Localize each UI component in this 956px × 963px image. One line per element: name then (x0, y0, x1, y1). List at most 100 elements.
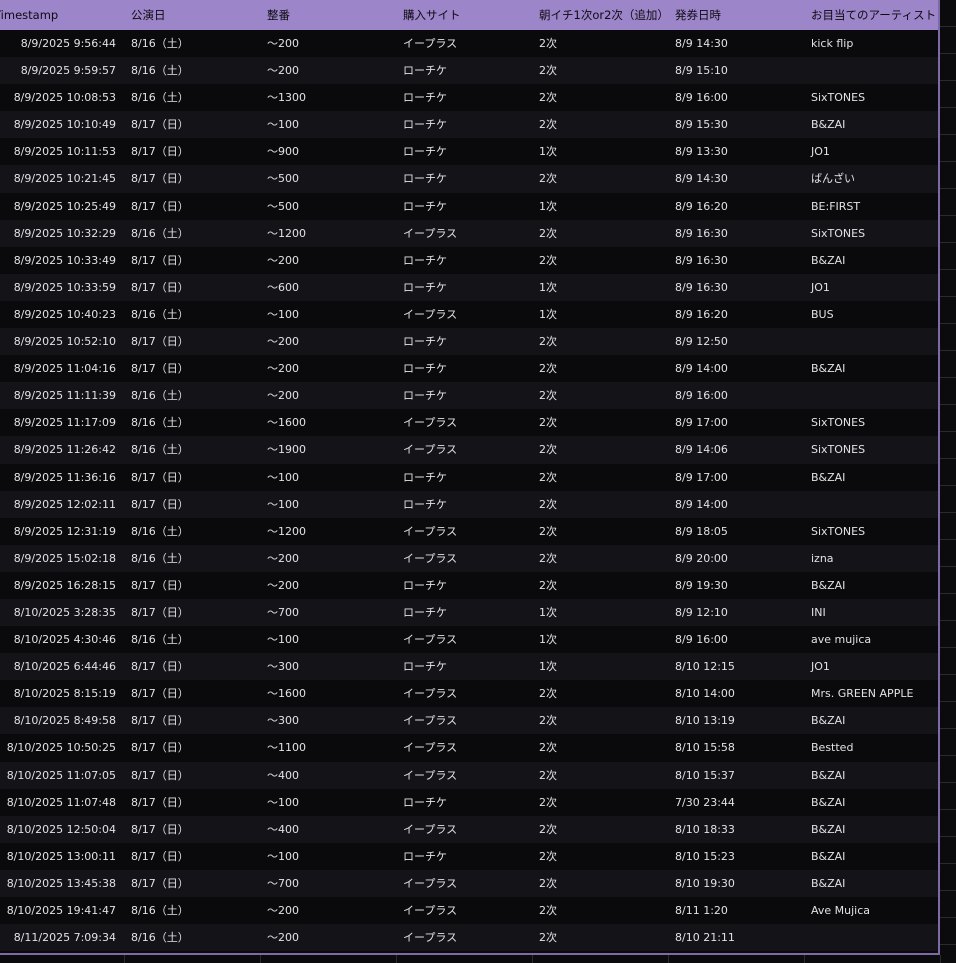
release-datetime-cell[interactable]: 8/9 16:20 (668, 193, 804, 220)
release-datetime-cell[interactable]: 8/9 16:30 (668, 220, 804, 247)
timestamp-cell[interactable]: 8/10/2025 10:50:25 (0, 734, 124, 761)
target-artist-cell[interactable]: B&ZAI (804, 789, 938, 816)
ticket-number-cell[interactable]: 〜200 (260, 247, 396, 274)
ticket-number-cell[interactable]: 〜700 (260, 599, 396, 626)
ticket-number-cell[interactable]: 〜400 (260, 762, 396, 789)
ticket-number-cell[interactable]: 〜200 (260, 57, 396, 84)
column-header-timestamp[interactable]: Timestamp (0, 0, 124, 30)
timestamp-cell[interactable]: 8/9/2025 10:33:49 (0, 247, 124, 274)
round-cell[interactable]: 2次 (532, 328, 668, 355)
timestamp-cell[interactable]: 8/9/2025 10:25:49 (0, 193, 124, 220)
purchase-site-cell[interactable]: イープラス (396, 626, 532, 653)
ticket-number-cell[interactable]: 〜200 (260, 545, 396, 572)
performance-date-cell[interactable]: 8/17（日） (124, 193, 260, 220)
target-artist-cell[interactable]: JO1 (804, 274, 938, 301)
target-artist-cell[interactable]: SixTONES (804, 518, 938, 545)
round-cell[interactable]: 2次 (532, 789, 668, 816)
ticket-number-cell[interactable]: 〜200 (260, 355, 396, 382)
round-cell[interactable]: 1次 (532, 138, 668, 165)
ticket-number-cell[interactable]: 〜500 (260, 193, 396, 220)
round-cell[interactable]: 2次 (532, 924, 668, 951)
release-datetime-cell[interactable]: 8/9 14:00 (668, 355, 804, 382)
purchase-site-cell[interactable]: ローチケ (396, 84, 532, 111)
performance-date-cell[interactable]: 8/16（土） (124, 84, 260, 111)
target-artist-cell[interactable]: B&ZAI (804, 355, 938, 382)
round-cell[interactable]: 1次 (532, 301, 668, 328)
column-header-performance-date[interactable]: 公演日 (124, 0, 260, 30)
ticket-number-cell[interactable]: 〜100 (260, 301, 396, 328)
performance-date-cell[interactable]: 8/17（日） (124, 734, 260, 761)
round-cell[interactable]: 2次 (532, 165, 668, 192)
purchase-site-cell[interactable]: ローチケ (396, 653, 532, 680)
target-artist-cell[interactable]: INI (804, 599, 938, 626)
performance-date-cell[interactable]: 8/17（日） (124, 491, 260, 518)
performance-date-cell[interactable]: 8/16（土） (124, 57, 260, 84)
ticket-number-cell[interactable]: 〜1600 (260, 409, 396, 436)
round-cell[interactable]: 1次 (532, 274, 668, 301)
performance-date-cell[interactable]: 8/17（日） (124, 572, 260, 599)
release-datetime-cell[interactable]: 8/9 14:30 (668, 30, 804, 57)
column-header-round[interactable]: 朝イチ1次or2次（追加） (532, 0, 668, 30)
round-cell[interactable]: 2次 (532, 247, 668, 274)
performance-date-cell[interactable]: 8/17（日） (124, 464, 260, 491)
timestamp-cell[interactable]: 8/10/2025 11:07:05 (0, 762, 124, 789)
purchase-site-cell[interactable]: イープラス (396, 30, 532, 57)
performance-date-cell[interactable]: 8/16（土） (124, 518, 260, 545)
purchase-site-cell[interactable]: ローチケ (396, 599, 532, 626)
timestamp-cell[interactable]: 8/9/2025 10:40:23 (0, 301, 124, 328)
purchase-site-cell[interactable]: ローチケ (396, 138, 532, 165)
release-datetime-cell[interactable]: 8/9 17:00 (668, 409, 804, 436)
ticket-number-cell[interactable]: 〜400 (260, 816, 396, 843)
purchase-site-cell[interactable]: イープラス (396, 897, 532, 924)
timestamp-cell[interactable]: 8/10/2025 13:00:11 (0, 843, 124, 870)
purchase-site-cell[interactable]: イープラス (396, 734, 532, 761)
round-cell[interactable]: 2次 (532, 382, 668, 409)
purchase-site-cell[interactable]: ローチケ (396, 193, 532, 220)
performance-date-cell[interactable]: 8/17（日） (124, 870, 260, 897)
release-datetime-cell[interactable]: 8/9 14:06 (668, 436, 804, 463)
ticket-number-cell[interactable]: 〜200 (260, 572, 396, 599)
round-cell[interactable]: 2次 (532, 491, 668, 518)
target-artist-cell[interactable]: ave mujica (804, 626, 938, 653)
round-cell[interactable]: 2次 (532, 436, 668, 463)
target-artist-cell[interactable]: JO1 (804, 138, 938, 165)
column-header-ticket-number[interactable]: 整番 (260, 0, 396, 30)
ticket-number-cell[interactable]: 〜200 (260, 382, 396, 409)
performance-date-cell[interactable]: 8/17（日） (124, 328, 260, 355)
timestamp-cell[interactable]: 8/10/2025 11:07:48 (0, 789, 124, 816)
release-datetime-cell[interactable]: 8/9 16:00 (668, 84, 804, 111)
purchase-site-cell[interactable]: イープラス (396, 707, 532, 734)
performance-date-cell[interactable]: 8/16（土） (124, 897, 260, 924)
target-artist-cell[interactable]: izna (804, 545, 938, 572)
performance-date-cell[interactable]: 8/16（土） (124, 436, 260, 463)
release-datetime-cell[interactable]: 8/11 1:20 (668, 897, 804, 924)
ticket-number-cell[interactable]: 〜900 (260, 138, 396, 165)
timestamp-cell[interactable]: 8/9/2025 15:02:18 (0, 545, 124, 572)
release-datetime-cell[interactable]: 8/9 14:00 (668, 491, 804, 518)
target-artist-cell[interactable]: B&ZAI (804, 464, 938, 491)
target-artist-cell[interactable] (804, 924, 938, 951)
round-cell[interactable]: 1次 (532, 626, 668, 653)
purchase-site-cell[interactable]: ローチケ (396, 247, 532, 274)
timestamp-cell[interactable]: 8/9/2025 10:10:49 (0, 111, 124, 138)
performance-date-cell[interactable]: 8/17（日） (124, 762, 260, 789)
target-artist-cell[interactable]: SixTONES (804, 220, 938, 247)
purchase-site-cell[interactable]: ローチケ (396, 274, 532, 301)
performance-date-cell[interactable]: 8/17（日） (124, 165, 260, 192)
release-datetime-cell[interactable]: 8/9 12:50 (668, 328, 804, 355)
performance-date-cell[interactable]: 8/17（日） (124, 599, 260, 626)
target-artist-cell[interactable]: SixTONES (804, 84, 938, 111)
ticket-number-cell[interactable]: 〜100 (260, 111, 396, 138)
timestamp-cell[interactable]: 8/10/2025 19:41:47 (0, 897, 124, 924)
release-datetime-cell[interactable]: 8/10 15:23 (668, 843, 804, 870)
ticket-number-cell[interactable]: 〜100 (260, 464, 396, 491)
purchase-site-cell[interactable]: イープラス (396, 680, 532, 707)
round-cell[interactable]: 2次 (532, 816, 668, 843)
round-cell[interactable]: 2次 (532, 409, 668, 436)
purchase-site-cell[interactable]: イープラス (396, 924, 532, 951)
target-artist-cell[interactable]: B&ZAI (804, 111, 938, 138)
round-cell[interactable]: 2次 (532, 843, 668, 870)
purchase-site-cell[interactable]: ローチケ (396, 165, 532, 192)
purchase-site-cell[interactable]: イープラス (396, 220, 532, 247)
ticket-number-cell[interactable]: 〜200 (260, 924, 396, 951)
